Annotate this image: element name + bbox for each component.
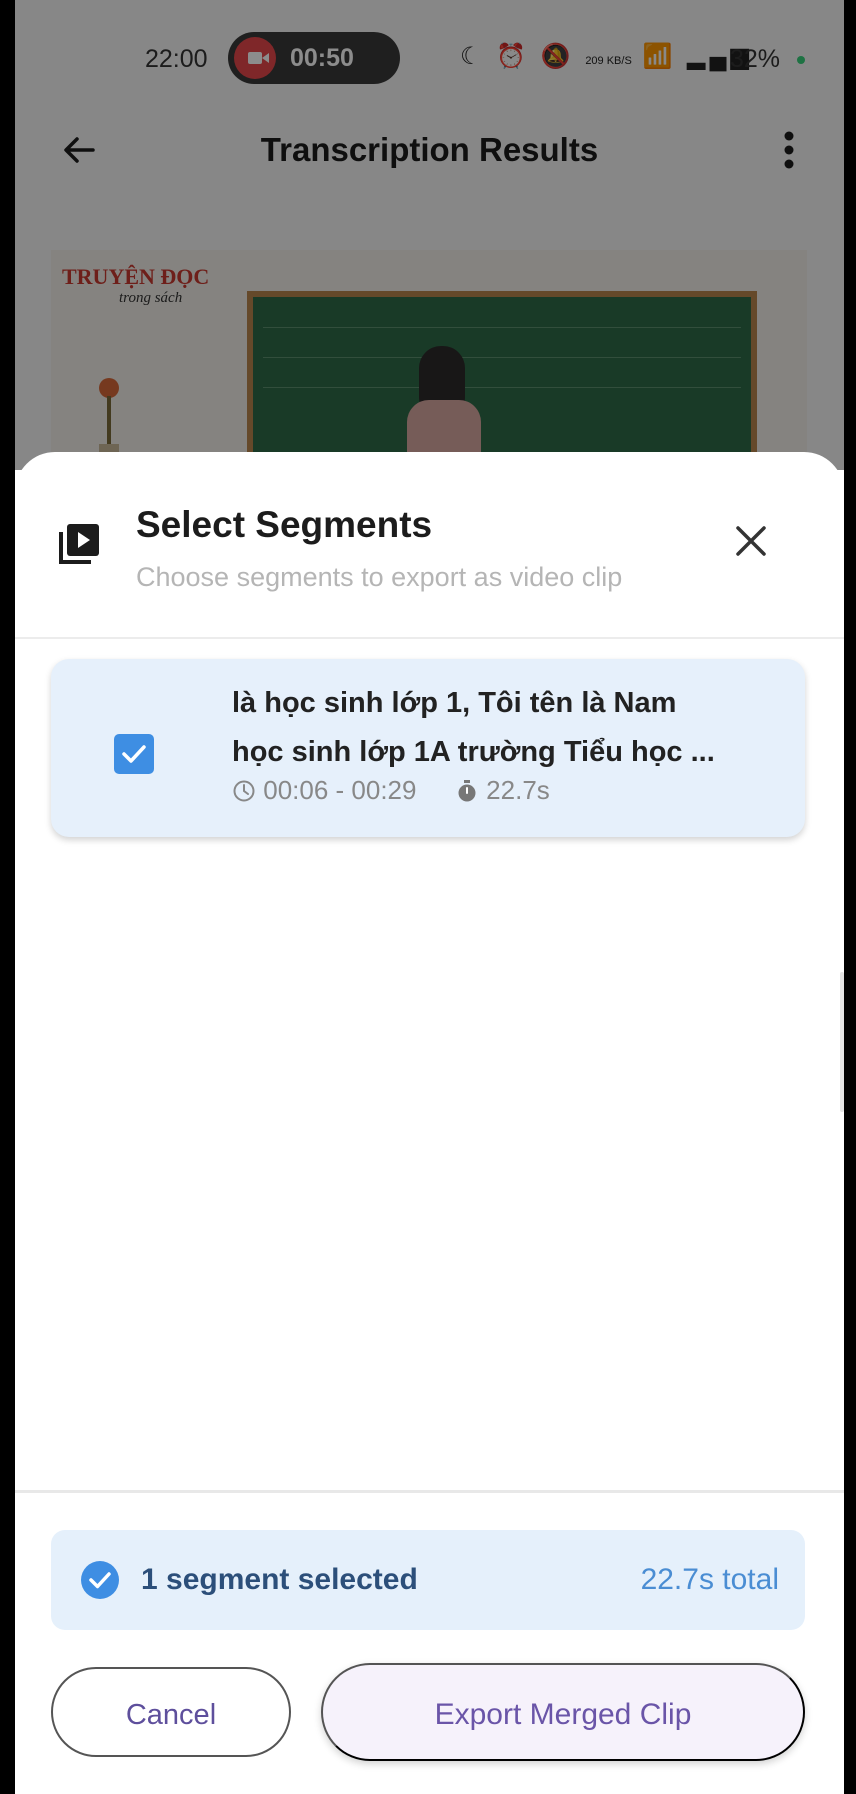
segment-text-line-1: là học sinh lớp 1, Tôi tên là Nam	[232, 687, 677, 719]
modal-scrim[interactable]	[15, 0, 844, 470]
segment-meta: 00:06 - 00:29 22.7s	[232, 775, 550, 806]
select-segments-sheet: Select Segments Choose segments to expor…	[15, 452, 844, 1794]
export-merged-clip-button[interactable]: Export Merged Clip	[321, 1663, 805, 1761]
timer-icon	[458, 780, 476, 802]
sheet-title: Select Segments	[136, 504, 433, 545]
phone-screen: 22:00 00:50 ☾ ⏰ 🔕 209 KB/S 📶 ▂▄▆ 32% Tra…	[15, 0, 844, 1794]
scrollbar[interactable]	[840, 972, 844, 1112]
segment-text: là học sinh lớp 1, Tôi tên là Nam học si…	[232, 679, 782, 777]
segment-duration: 22.7s	[486, 775, 550, 805]
selected-count-label: 1 segment selected	[141, 1563, 418, 1596]
segment-text-line-2: học sinh lớp 1A trường Tiểu học ...	[232, 736, 715, 768]
clock-icon	[233, 780, 255, 802]
footer-divider	[15, 1490, 844, 1493]
segment-checkbox[interactable]	[114, 734, 154, 774]
check-circle-icon	[81, 1561, 119, 1599]
sheet-subtitle: Choose segments to export as video clip	[136, 562, 623, 592]
selection-summary: 1 segment selected 22.7s total	[51, 1530, 805, 1630]
close-icon[interactable]	[734, 524, 768, 558]
video-library-icon	[59, 524, 99, 564]
segment-time-range: 00:06 - 00:29	[263, 775, 417, 805]
total-duration-label: 22.7s total	[640, 1563, 779, 1596]
segment-item[interactable]: là học sinh lớp 1, Tôi tên là Nam học si…	[51, 659, 805, 837]
cancel-button[interactable]: Cancel	[51, 1667, 291, 1757]
checkmark-icon	[122, 745, 146, 763]
sheet-header-divider	[15, 637, 844, 639]
